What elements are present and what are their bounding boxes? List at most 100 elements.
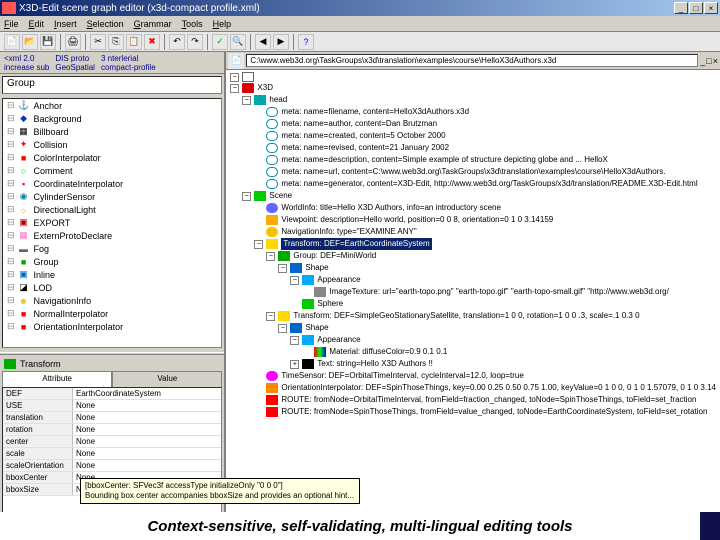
palette-item-lod[interactable]: ⊟◪LOD xyxy=(3,281,221,294)
palette-item-billboard[interactable]: ⊟▦Billboard xyxy=(3,125,221,138)
palette-item-externprotodeclare[interactable]: ⊟▦ExternProtoDeclare xyxy=(3,229,221,242)
expander-icon[interactable]: − xyxy=(278,264,287,273)
tree-node[interactable]: meta: name=filename, content=HelloX3dAut… xyxy=(230,106,716,118)
save-button[interactable]: 💾 xyxy=(40,34,56,50)
tree-node[interactable]: meta: name=revised, content=21 January 2… xyxy=(230,142,716,154)
tree-node[interactable]: −Shape xyxy=(230,262,716,274)
expander-icon[interactable]: − xyxy=(266,252,275,261)
palette-item-comment[interactable]: ⊟○Comment xyxy=(3,164,221,177)
close-button[interactable]: × xyxy=(704,2,718,14)
expander-icon[interactable]: − xyxy=(266,312,275,321)
validate-button[interactable]: ✓ xyxy=(212,34,228,50)
tree-node[interactable]: OrientationInterpolator: DEF=SpinThoseTh… xyxy=(230,382,716,394)
prev-button[interactable]: ◀ xyxy=(255,34,271,50)
palette-item-fog[interactable]: ⊟▬Fog xyxy=(3,242,221,255)
scene-tree[interactable]: −−X3D−headmeta: name=filename, content=H… xyxy=(226,70,720,522)
print-button[interactable]: 🖨 xyxy=(65,34,81,50)
palette-item-normalinterpolator[interactable]: ⊟■NormalInterpolator xyxy=(3,307,221,320)
expander-icon[interactable]: − xyxy=(242,96,251,105)
palette-item-navigationinfo[interactable]: ⊟☻NavigationInfo xyxy=(3,294,221,307)
menu-help[interactable]: Help xyxy=(213,19,232,29)
delete-button[interactable]: ✖ xyxy=(144,34,160,50)
menu-tools[interactable]: Tools xyxy=(182,19,203,29)
tree-node[interactable]: WorldInfo: title=Hello X3D Authors, info… xyxy=(230,202,716,214)
palette-item-coordinateinterpolator[interactable]: ⊟▪CoordinateInterpolator xyxy=(3,177,221,190)
tab-value[interactable]: Value xyxy=(112,371,222,387)
tree-node[interactable]: meta: name=author, content=Dan Brutzman xyxy=(230,118,716,130)
prop-row-center[interactable]: centerNone xyxy=(3,436,221,448)
edit-type-field[interactable]: Group xyxy=(2,76,222,94)
expander-icon[interactable]: − xyxy=(290,336,299,345)
open-button[interactable]: 📂 xyxy=(22,34,38,50)
expander-icon[interactable]: − xyxy=(230,73,239,82)
tree-node[interactable]: NavigationInfo: type="EXAMINE ANY" xyxy=(230,226,716,238)
menu-file[interactable]: FFileile xyxy=(4,19,19,29)
cut-button[interactable]: ✂ xyxy=(90,34,106,50)
tree-node[interactable]: ImageTexture: url="earth-topo.png" "eart… xyxy=(230,286,716,298)
tree-node[interactable]: −Transform: DEF=EarthCoordinateSystem xyxy=(230,238,716,250)
palette-item-background[interactable]: ⊟◆Background xyxy=(3,112,221,125)
tree-node[interactable]: meta: name=generator, content=X3D-Edit, … xyxy=(230,178,716,190)
doc-max-button[interactable]: □ xyxy=(706,56,711,66)
prop-row-scale[interactable]: scaleNone xyxy=(3,448,221,460)
palette-item-colorinterpolator[interactable]: ⊟■ColorInterpolator xyxy=(3,151,221,164)
profile-opt-1[interactable]: <xml 2.0 xyxy=(4,54,34,63)
tree-node[interactable]: ROUTE: fromNode=SpinThoseThings, fromFie… xyxy=(230,406,716,418)
tree-node[interactable]: −Appearance xyxy=(230,274,716,286)
tab-attribute[interactable]: Attribute xyxy=(2,371,112,387)
tree-node[interactable]: meta: name=description, content=Simple e… xyxy=(230,154,716,166)
tree-node[interactable]: meta: name=created, content=5 October 20… xyxy=(230,130,716,142)
palette-item-group[interactable]: ⊟■Group xyxy=(3,255,221,268)
copy-button[interactable]: ⎘ xyxy=(108,34,124,50)
tree-node[interactable]: TimeSensor: DEF=OrbitalTimeInterval, cyc… xyxy=(230,370,716,382)
new-button[interactable]: 📄 xyxy=(4,34,20,50)
tree-node[interactable]: −Appearance xyxy=(230,334,716,346)
doc-min-button[interactable]: _ xyxy=(700,56,705,66)
palette-item-inline[interactable]: ⊟▣Inline xyxy=(3,268,221,281)
help-button[interactable]: ? xyxy=(298,34,314,50)
menu-insert[interactable]: Insert xyxy=(54,19,77,29)
palette-item-cylindersensor[interactable]: ⊟◉CylinderSensor xyxy=(3,190,221,203)
tree-node[interactable]: −Transform: DEF=SimpleGeoStationarySatel… xyxy=(230,310,716,322)
minimize-button[interactable]: _ xyxy=(674,2,688,14)
tree-node[interactable]: −X3D xyxy=(230,82,716,94)
profile-opt-3[interactable]: DIS proto xyxy=(55,54,89,63)
palette-item-orientationinterpolator[interactable]: ⊟■OrientationInterpolator xyxy=(3,320,221,333)
palette-item-anchor[interactable]: ⊟⚓Anchor xyxy=(3,99,221,112)
tree-node[interactable]: Material: diffuseColor=0.9 0.1 0.1 xyxy=(230,346,716,358)
expander-icon[interactable]: − xyxy=(290,276,299,285)
tree-node[interactable]: Viewpoint: description=Hello world, posi… xyxy=(230,214,716,226)
expander-icon[interactable]: − xyxy=(242,192,251,201)
find-button[interactable]: 🔍 xyxy=(230,34,246,50)
tree-node[interactable]: −Scene xyxy=(230,190,716,202)
menu-selection[interactable]: Selection xyxy=(87,19,124,29)
tree-node[interactable]: ROUTE: fromNode=OrbitalTimeInterval, fro… xyxy=(230,394,716,406)
doc-close-button[interactable]: × xyxy=(713,56,718,66)
redo-button[interactable]: ↷ xyxy=(187,34,203,50)
palette-item-directionallight[interactable]: ⊟☼DirectionalLight xyxy=(3,203,221,216)
paste-button[interactable]: 📋 xyxy=(126,34,142,50)
maximize-button[interactable]: □ xyxy=(689,2,703,14)
expander-icon[interactable]: − xyxy=(230,84,239,93)
prop-row-USE[interactable]: USENone xyxy=(3,400,221,412)
prop-row-translation[interactable]: translationNone xyxy=(3,412,221,424)
menu-grammar[interactable]: Grammar xyxy=(134,19,172,29)
tree-node[interactable]: +Text: string=Hello X3D Authors !! xyxy=(230,358,716,370)
tree-node[interactable]: − xyxy=(230,72,716,82)
palette-item-collision[interactable]: ⊟✦Collision xyxy=(3,138,221,151)
prop-row-DEF[interactable]: DEFEarthCoordinateSystem xyxy=(3,388,221,400)
tree-node[interactable]: −Group: DEF=MiniWorld xyxy=(230,250,716,262)
expander-icon[interactable]: − xyxy=(278,324,287,333)
prop-row-rotation[interactable]: rotationNone xyxy=(3,424,221,436)
prop-row-scaleOrientation[interactable]: scaleOrientationNone xyxy=(3,460,221,472)
profile-opt-4[interactable]: GeoSpatial xyxy=(55,63,95,72)
profile-opt-6[interactable]: compact-profile xyxy=(101,63,156,72)
tree-node[interactable]: meta: name=url, content=C:\www.web3d.org… xyxy=(230,166,716,178)
tree-node[interactable]: −Shape xyxy=(230,322,716,334)
expander-icon[interactable]: + xyxy=(290,360,299,369)
splitter[interactable] xyxy=(0,352,224,355)
undo-button[interactable]: ↶ xyxy=(169,34,185,50)
tree-node[interactable]: Sphere xyxy=(230,298,716,310)
expander-icon[interactable]: − xyxy=(254,240,263,249)
tree-node[interactable]: −head xyxy=(230,94,716,106)
